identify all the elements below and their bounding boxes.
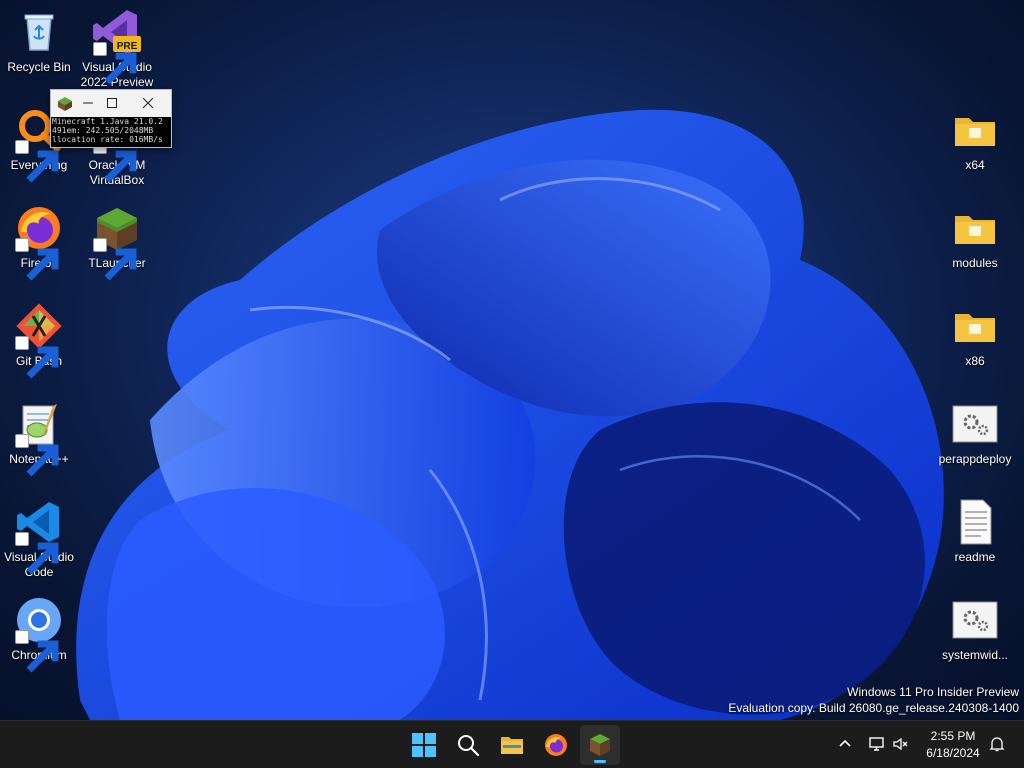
desktop-icon-x86[interactable]: x86 — [936, 300, 1014, 369]
clock-date: 6/18/2024 — [926, 746, 980, 760]
vscode-icon — [13, 496, 65, 575]
shortcut-arrow-icon — [15, 336, 59, 379]
chromium-icon — [13, 594, 65, 673]
shortcut-arrow-icon — [93, 42, 137, 85]
text-file-icon — [949, 496, 1001, 548]
icon-label: perappdeploy — [938, 452, 1012, 466]
maximize-button[interactable] — [101, 93, 123, 113]
folder-icon — [949, 202, 1001, 254]
taskbar: 2:55 PM 6/18/2024 — [0, 720, 1024, 768]
icon-label: systemwid... — [941, 648, 1008, 662]
firefox-icon — [545, 734, 567, 756]
shortcut-arrow-icon — [15, 630, 59, 673]
firefox-taskbar-button[interactable] — [536, 725, 576, 765]
search-button[interactable] — [448, 725, 488, 765]
network-icon — [869, 737, 884, 751]
maximize-icon — [107, 98, 117, 108]
volume-button[interactable] — [890, 733, 912, 755]
icon-label: x64 — [965, 158, 985, 172]
folder-icon — [501, 737, 523, 754]
clock-time: 2:55 PM — [930, 729, 976, 743]
desktop-icon-vscode[interactable]: Visual Studio Code — [0, 496, 78, 580]
bell-icon — [989, 737, 1005, 752]
desktop-icon-firefox[interactable]: Firefox — [0, 202, 78, 281]
git-bash-icon — [13, 300, 65, 379]
speaker-muted-icon — [893, 737, 908, 751]
debug-line: Minecraft 1.Java 21.0.2 — [52, 117, 163, 126]
debug-line: 491em: 242.505/2048MB — [52, 126, 154, 135]
shortcut-arrow-icon — [15, 434, 59, 477]
config-file-icon — [949, 398, 1001, 450]
desktop[interactable]: Recycle Bin Everything Firefox Git Bash … — [0, 0, 1024, 720]
icon-label: readme — [954, 550, 996, 564]
notepadpp-icon — [13, 398, 65, 477]
desktop-icon-systemwide[interactable]: systemwid... — [936, 594, 1014, 663]
close-button[interactable] — [137, 93, 159, 113]
grass-block-icon — [91, 202, 143, 281]
window-titlebar[interactable] — [51, 90, 171, 117]
debug-line: llocation rate: 016MB/s — [52, 135, 163, 144]
icon-label: modules — [952, 256, 998, 270]
desktop-icon-visual-studio-preview[interactable]: PRE Visual Studio 2022 Preview — [78, 6, 156, 90]
desktop-icon-readme[interactable]: readme — [936, 496, 1014, 565]
notifications-button[interactable] — [986, 733, 1008, 755]
game-viewport[interactable]: Minecraft 1.Java 21.0.2 491em: 242.505/2… — [51, 117, 171, 147]
watermark-line-build: Evaluation copy. Build 26080.ge_release.… — [728, 701, 1019, 715]
desktop-icon-chromium[interactable]: Chromium — [0, 594, 78, 673]
watermark-line-edition: Windows 11 Pro Insider Preview — [847, 685, 1019, 699]
network-button[interactable] — [866, 733, 888, 755]
visual-studio-icon: PRE — [91, 6, 143, 85]
start-button[interactable] — [404, 725, 444, 765]
minimize-button[interactable] — [77, 93, 99, 113]
shortcut-arrow-icon — [93, 238, 137, 281]
grass-block-icon — [57, 96, 73, 112]
file-explorer-button[interactable] — [492, 725, 532, 765]
close-icon — [143, 98, 153, 108]
clock[interactable]: 2:55 PM 6/18/2024 — [916, 728, 990, 762]
grass-block-icon — [590, 734, 610, 756]
folder-icon — [949, 104, 1001, 156]
icon-label: x86 — [965, 354, 985, 368]
desktop-icon-x64[interactable]: x64 — [936, 104, 1014, 173]
firefox-icon — [13, 202, 65, 281]
icon-label: Recycle Bin — [7, 60, 71, 74]
minecraft-taskbar-button[interactable] — [580, 725, 620, 765]
desktop-icon-modules[interactable]: modules — [936, 202, 1014, 271]
show-hidden-icons-button[interactable] — [834, 733, 856, 755]
desktop-icon-perappdeploy[interactable]: perappdeploy — [936, 398, 1014, 467]
config-file-icon — [949, 594, 1001, 646]
minecraft-window[interactable]: Minecraft 1.Java 21.0.2 491em: 242.505/2… — [50, 89, 172, 148]
shortcut-arrow-icon — [15, 532, 59, 575]
windows-logo-icon — [412, 733, 436, 757]
minimize-icon — [83, 102, 93, 104]
search-icon — [458, 735, 480, 757]
desktop-icon-recycle-bin[interactable]: Recycle Bin — [0, 6, 78, 75]
recycle-bin-icon — [13, 6, 65, 58]
shortcut-arrow-icon — [15, 238, 59, 281]
desktop-icon-notepadpp[interactable]: Notepad++ — [0, 398, 78, 477]
shortcut-arrow-icon — [15, 140, 59, 183]
evaluation-watermark: Windows 11 Pro Insider Preview Evaluatio… — [728, 684, 1019, 716]
desktop-icon-git-bash[interactable]: Git Bash — [0, 300, 78, 379]
desktop-icon-tlauncher[interactable]: TLauncher — [78, 202, 156, 281]
chevron-up-icon — [839, 739, 851, 747]
running-indicator — [594, 760, 606, 763]
folder-icon — [949, 300, 1001, 352]
